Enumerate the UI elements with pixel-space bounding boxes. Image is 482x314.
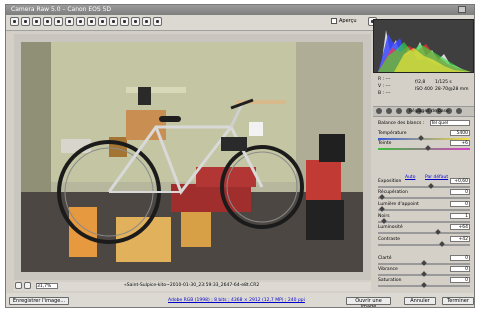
r-readout: R : --- [378, 77, 391, 82]
zoom-in-icon[interactable] [24, 282, 31, 289]
slider-value-field[interactable]: 0 [450, 266, 470, 272]
close-button[interactable] [458, 6, 466, 13]
slider-knob[interactable] [421, 271, 427, 277]
hand-tool-icon[interactable] [21, 17, 30, 26]
slider-track[interactable] [378, 194, 470, 200]
tab-detail-icon[interactable] [396, 108, 402, 114]
bicycle-photo [21, 42, 363, 272]
slider-label: Vibrance [378, 267, 398, 272]
camera-info: R : --- V : --- B : --- f/2,8 1/125 s IS… [373, 74, 474, 104]
slider-value-field[interactable]: 5400 [450, 130, 470, 136]
iso: ISO 400 [415, 87, 433, 92]
slider-track[interactable] [378, 145, 470, 151]
slider-track[interactable] [378, 260, 470, 266]
rotate-right-icon[interactable] [153, 17, 162, 26]
wb-label: Balance des blancs : [378, 121, 425, 126]
slider-knob[interactable] [378, 194, 385, 200]
photo-preview [21, 42, 363, 272]
cancel-button[interactable]: Annuler [404, 297, 436, 305]
save-image-button[interactable]: Enregistrer l'image... [9, 297, 69, 305]
slider-track[interactable] [378, 206, 470, 212]
rotate-left-icon[interactable] [142, 17, 151, 26]
basic-panel: Réglages de base Balance des blancs : Te… [373, 109, 474, 291]
panel-title: Réglages de base [409, 109, 449, 114]
slider-knob[interactable] [425, 145, 432, 151]
slider-label: Exposition [378, 179, 402, 184]
slider-label: Contraste [378, 237, 400, 242]
adjustment-brush-icon[interactable] [109, 17, 118, 26]
slider-value-field[interactable]: 0 [450, 201, 470, 207]
slider-knob[interactable] [428, 183, 434, 189]
slider-track[interactable] [378, 241, 470, 247]
slider-value-field[interactable]: 0 [450, 189, 470, 195]
color-sampler-tool-icon[interactable] [43, 17, 52, 26]
slider-label: Température [378, 131, 407, 136]
focal-length: 28-70@28 mm [435, 87, 469, 92]
slider-value-field[interactable]: +42 [450, 236, 470, 242]
tab-tone-curve-icon[interactable] [386, 108, 392, 114]
zoom-out-icon[interactable] [15, 282, 22, 289]
slider-knob[interactable] [421, 260, 427, 266]
preferences-icon[interactable] [131, 17, 140, 26]
slider-knob[interactable] [418, 135, 425, 141]
zoom-level-select[interactable]: 31,7% [36, 283, 58, 289]
white-balance-tool-icon[interactable] [32, 17, 41, 26]
slider-value-field[interactable]: +6 [450, 140, 470, 146]
shutter-speed: 1/125 s [435, 80, 452, 85]
preview-label: Aperçu [339, 18, 357, 24]
slider-track[interactable] [378, 218, 470, 224]
b-readout: B : --- [378, 91, 391, 96]
window-title: Camera Raw 5.0 – Canon EOS 5D [11, 6, 112, 13]
camera-raw-window: Camera Raw 5.0 – Canon EOS 5D Aperçu 31,… [5, 4, 475, 308]
open-image-button[interactable]: Ouvrir une image [346, 297, 391, 307]
preview-area[interactable] [14, 34, 371, 280]
targeted-adjustment-tool-icon[interactable] [54, 17, 63, 26]
wb-select[interactable]: Tel quel [430, 120, 470, 126]
done-button[interactable]: Terminer [442, 297, 474, 305]
slider-track[interactable] [378, 183, 470, 189]
title-bar: Camera Raw 5.0 – Canon EOS 5D [6, 5, 474, 15]
slider-knob[interactable] [435, 229, 441, 235]
auto-link[interactable]: Auto [405, 175, 415, 180]
workflow-options-link[interactable]: Adobe RGB (1998) ; 8 bits ; 4368 × 2912 … [168, 298, 305, 303]
slider-value-field[interactable]: 1 [450, 213, 470, 219]
tab-basic-icon[interactable] [376, 108, 382, 114]
tab-snapshots-icon[interactable] [456, 108, 462, 114]
slider-value-field[interactable]: +0,60 [450, 178, 470, 184]
slider-knob[interactable] [421, 282, 427, 288]
preview-status-bar: 31,7% «Saint-Sulpice-kito~2010-01-30_23:… [14, 282, 371, 291]
aperture: f/2,8 [415, 80, 426, 85]
file-name: «Saint-Sulpice-kito~2010-01-30_23:59:33_… [124, 283, 260, 288]
slider-value-field[interactable]: 0 [450, 255, 470, 261]
slider-label: Teinte [378, 141, 392, 146]
slider-track[interactable] [378, 229, 470, 235]
slider-label: Clarté [378, 256, 392, 261]
slider-knob[interactable] [381, 218, 388, 224]
histogram [373, 19, 474, 73]
slider-value-field[interactable]: +64 [450, 224, 470, 230]
slider-label: Lumière d'appoint [378, 202, 419, 207]
slider-track[interactable] [378, 271, 470, 277]
red-eye-tool-icon[interactable] [98, 17, 107, 26]
slider-value-field[interactable]: 0 [450, 277, 470, 283]
right-panel: R : --- V : --- B : --- f/2,8 1/125 s IS… [373, 19, 474, 291]
slider-label: Luminosité [378, 225, 403, 230]
default-link[interactable]: Par défaut [425, 175, 448, 180]
g-readout: V : --- [378, 84, 391, 89]
zoom-tool-icon[interactable] [10, 17, 19, 26]
slider-knob[interactable] [378, 206, 385, 212]
slider-knob[interactable] [438, 241, 445, 247]
graduated-filter-icon[interactable] [120, 17, 129, 26]
slider-track[interactable] [378, 282, 470, 288]
straighten-tool-icon[interactable] [76, 17, 85, 26]
preview-checkbox[interactable] [331, 18, 337, 24]
spot-removal-tool-icon[interactable] [87, 17, 96, 26]
slider-label: Saturation [378, 278, 402, 283]
crop-tool-icon[interactable] [65, 17, 74, 26]
footer-bar: Enregistrer l'image... Adobe RGB (1998) … [6, 293, 474, 307]
